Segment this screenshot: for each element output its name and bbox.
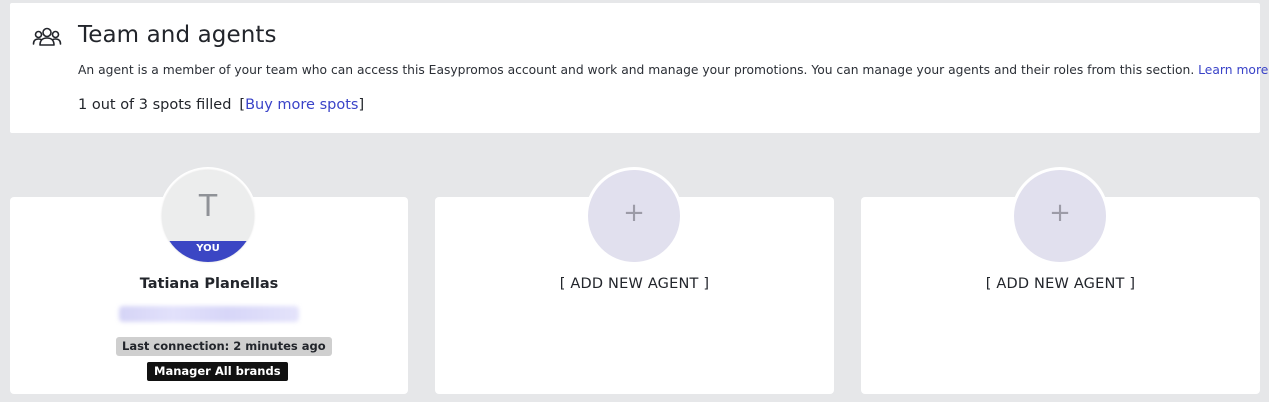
plus-icon: + [623,198,645,228]
agent-name: Tatiana Planellas [139,276,279,292]
add-new-agent-button[interactable]: [ ADD NEW AGENT ] [435,276,834,292]
add-new-agent-button[interactable]: [ ADD NEW AGENT ] [861,276,1260,292]
team-icon [32,27,62,46]
spots-filled-text: 1 out of 3 spots filled [78,97,232,113]
add-agent-circle[interactable]: + [1014,170,1106,262]
description-text: An agent is a member of your team who ca… [78,63,1195,77]
team-header-card: Team and agents An agent is a member of … [10,3,1268,133]
add-agent-avatar[interactable]: + [1011,167,1109,265]
agent-avatar: T YOU [159,167,257,265]
last-connection-badge: Last connection: 2 minutes ago [116,337,332,356]
section-description: An agent is a member of your team who ca… [78,63,1268,77]
page-title: Team and agents [78,22,277,48]
avatar-initial: T [198,189,218,224]
spots-status: 1 out of 3 spots filled [Buy more spots] [78,97,364,113]
you-badge: YOU [162,241,254,262]
avatar-circle: T YOU [162,170,254,262]
add-agent-avatar[interactable]: + [585,167,683,265]
add-agent-circle[interactable]: + [588,170,680,262]
bracket-close: ] [358,97,365,113]
learn-more-link[interactable]: Learn more [1198,63,1268,77]
plus-icon: + [1049,198,1071,228]
agent-email-redacted [119,306,299,322]
buy-more-spots-link[interactable]: Buy more spots [245,97,358,113]
role-badge: Manager All brands [147,362,288,381]
team-agents-page: Team and agents An agent is a member of … [0,0,1269,402]
